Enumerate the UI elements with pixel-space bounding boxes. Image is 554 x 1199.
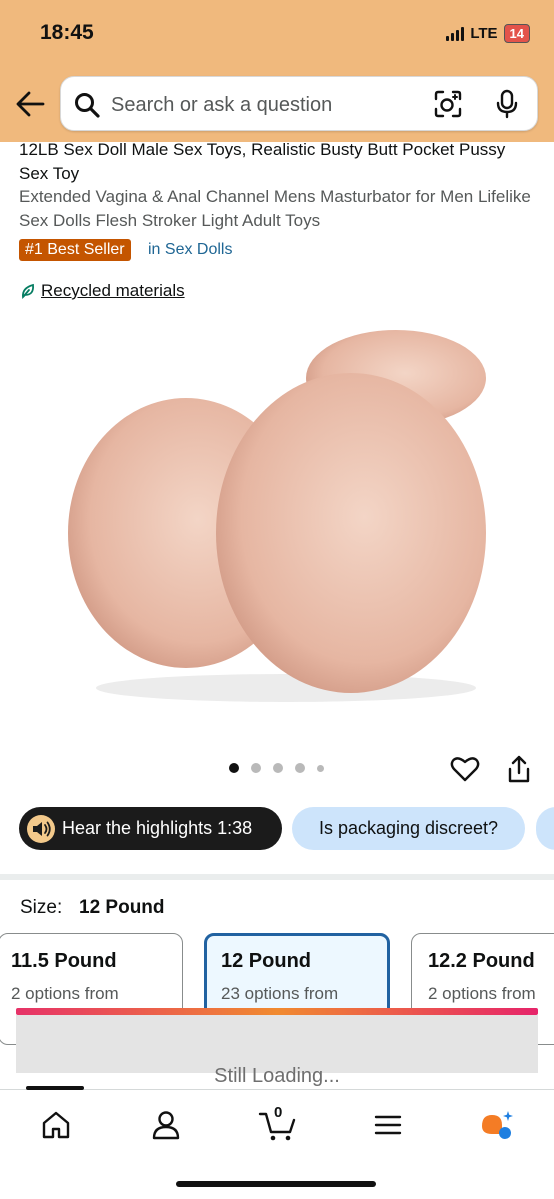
account-icon[interactable] — [148, 1108, 184, 1142]
section-divider — [0, 874, 554, 880]
product-title[interactable]: 12LB Sex Doll Male Sex Toys, Realistic B… — [19, 138, 539, 186]
search-placeholder: Search or ask a question — [111, 94, 333, 116]
status-indicators: LTE 14 — [446, 24, 530, 43]
rufus-ai-icon[interactable] — [478, 1108, 514, 1142]
size-option-sub: 23 options from — [221, 984, 339, 1003]
network-type: LTE — [470, 25, 498, 42]
size-option-sub: 2 options from — [11, 984, 119, 1003]
carousel-dot[interactable] — [273, 763, 283, 773]
home-indicator — [176, 1181, 376, 1187]
recycled-materials-link[interactable]: Recycled materials — [21, 281, 185, 301]
carousel-dot[interactable] — [251, 763, 261, 773]
cart-button[interactable]: 0 — [258, 1104, 298, 1142]
search-input[interactable]: Search or ask a question — [60, 76, 538, 131]
share-icon[interactable] — [506, 754, 532, 784]
carousel-dot[interactable] — [317, 764, 324, 772]
camera-lens-icon[interactable] — [433, 89, 463, 119]
size-option-name: 11.5 Pound — [11, 950, 117, 972]
heart-icon[interactable] — [450, 755, 480, 783]
category-link[interactable]: in Sex Dolls — [148, 241, 232, 259]
size-option-sub: 2 options from — [428, 984, 536, 1003]
carousel-dot[interactable] — [229, 763, 239, 773]
product-image[interactable] — [66, 318, 488, 710]
question-chip-next[interactable] — [536, 807, 554, 850]
recycled-label: Recycled materials — [41, 281, 185, 300]
hear-highlights-label: Hear the highlights 1:38 — [62, 818, 253, 838]
microphone-icon[interactable] — [495, 89, 519, 119]
size-selected-value: 12 Pound — [79, 897, 165, 918]
hear-highlights-button[interactable]: Hear the highlights 1:38 — [19, 807, 282, 850]
leaf-icon — [22, 283, 34, 299]
carousel-dot[interactable] — [295, 763, 305, 773]
best-seller-badge[interactable]: #1 Best Seller — [19, 239, 131, 261]
battery-level: 14 — [503, 24, 530, 43]
back-arrow-icon[interactable] — [14, 90, 46, 118]
home-icon[interactable] — [38, 1108, 74, 1142]
menu-icon[interactable] — [370, 1108, 406, 1142]
search-icon — [75, 93, 100, 118]
speaker-icon — [27, 814, 55, 843]
image-carousel-dots[interactable] — [229, 763, 324, 773]
question-chip-packaging[interactable]: Is packaging discreet? — [292, 807, 525, 850]
size-option-name: 12.2 Pound — [428, 950, 535, 972]
cellular-signal-icon — [446, 26, 465, 41]
loading-progress-bar — [16, 1008, 538, 1015]
size-label: Size: — [20, 897, 63, 918]
status-time: 18:45 — [40, 21, 94, 44]
cart-count: 0 — [274, 1104, 283, 1121]
nav-active-indicator — [26, 1086, 84, 1090]
product-subtitle[interactable]: Extended Vagina & Anal Channel Mens Mast… — [19, 185, 539, 233]
app-header: 18:45 LTE 14 Search or ask a question — [0, 0, 554, 142]
loading-text: Still Loading... — [214, 1065, 340, 1087]
size-option-name: 12 Pound — [221, 950, 312, 972]
